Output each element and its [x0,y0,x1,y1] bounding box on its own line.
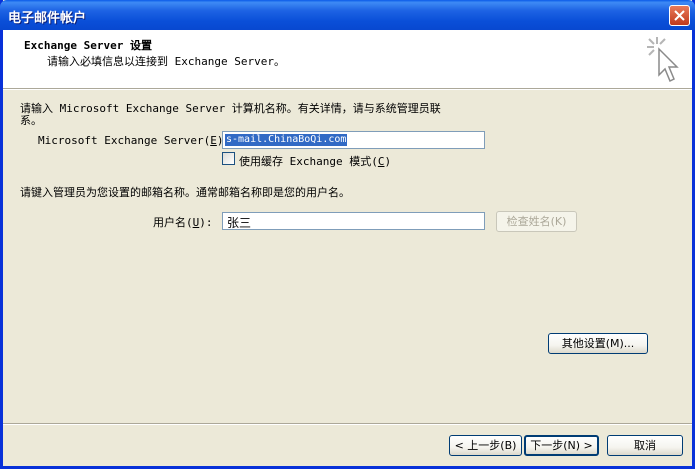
header-divider [3,88,692,90]
wizard-header: Exchange Server 设置 请输入必填信息以连接到 Exchange … [3,30,692,88]
server-name-input[interactable]: s-mail.ChinaBoQi.com [222,131,485,149]
close-icon [674,10,685,21]
username-input[interactable]: 张三 [222,212,485,230]
window-title: 电子邮件帐户 [8,11,87,26]
cached-mode-label[interactable]: 使用缓存 Exchange 模式(C) [239,153,391,169]
server-name-value: s-mail.ChinaBoQi.com [225,134,348,146]
title-bar[interactable]: 电子邮件帐户 [0,0,695,30]
wizard-cursor-icon [647,37,679,83]
server-instruction: 请输入 Microsoft Exchange Server 计算机名称。有关详情… [20,102,441,127]
close-button[interactable] [669,5,690,26]
user-instruction: 请键入管理员为您设置的邮箱名称。通常邮箱名称即是您的用户名。 [20,186,350,199]
username-value: 张三 [227,216,252,230]
username-label: 用户名(U): [153,216,213,229]
more-settings-button[interactable]: 其他设置(M)... [548,333,648,354]
next-button[interactable]: 下一步(N) > [524,435,599,456]
back-button[interactable]: < 上一步(B) [449,435,522,456]
cached-mode-checkbox[interactable] [222,152,235,165]
cancel-button[interactable]: 取消 [607,435,683,456]
check-name-button[interactable]: 检查姓名(K) [496,211,577,232]
server-label: Microsoft Exchange Server(E): [38,134,230,147]
footer-divider [3,423,692,425]
email-accounts-dialog: 电子邮件帐户 Exchange Server 设置 请输入必填信息以连接到 Ex… [0,0,695,469]
page-subtitle: 请输入必填信息以连接到 Exchange Server。 [47,55,285,68]
page-title: Exchange Server 设置 [24,39,152,52]
